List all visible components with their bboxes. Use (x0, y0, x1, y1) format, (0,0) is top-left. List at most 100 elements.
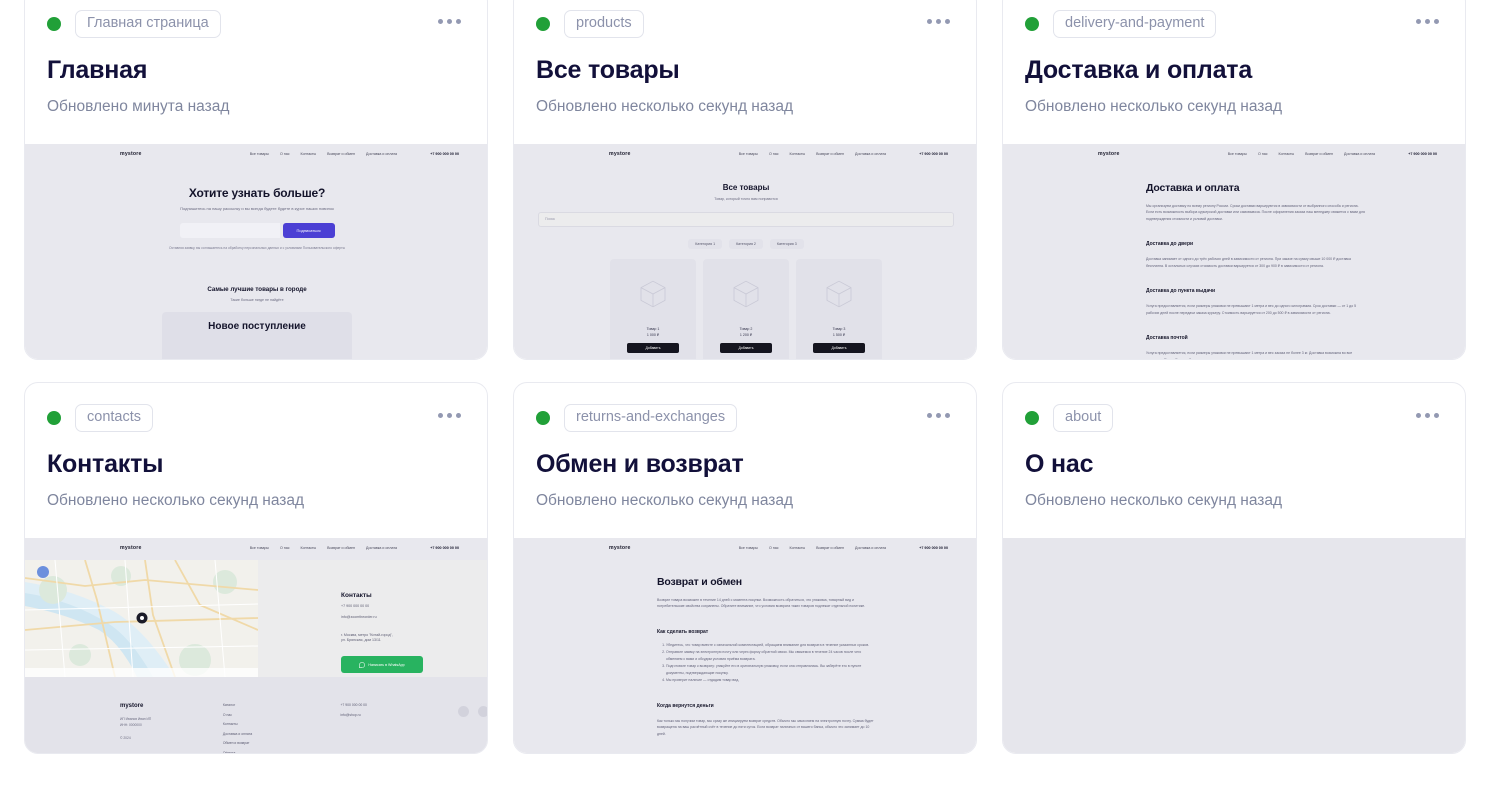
map-image (25, 560, 258, 677)
preview-phone: +7 900 000 00 00 (430, 152, 459, 156)
preview-footer-links: Каталог О нас Контакты Доставка и оплата Обм… (223, 703, 341, 753)
preview-nav-link: О нас (279, 546, 290, 550)
whatsapp-icon (359, 661, 366, 668)
preview-article-text: Доставка занимает от одного до трёх рабо… (1146, 257, 1351, 268)
preview-step: Убедитесь, что товар вместе с изначально… (666, 642, 878, 648)
preview-article-subheading: Как сделать возврат (657, 628, 709, 635)
preview-product-name: Товар 2 (739, 327, 753, 331)
page-title: Обмен и возврат (536, 450, 744, 478)
preview-buy-button: Добавить (813, 343, 865, 353)
page-updated-text: Обновлено несколько секунд назад (536, 97, 794, 115)
preview-section-sub: Такие больше нигде не найдёте (230, 298, 284, 303)
preview-logo: mystore (609, 545, 631, 551)
more-options-icon[interactable] (1412, 15, 1443, 28)
preview-nav-link: Контакты (300, 546, 317, 550)
page-card-header: Главная страница Главная Обновлено минут… (25, 0, 487, 116)
preview-category-chips: Категория 1 Категория 2 Категория 3 (514, 239, 976, 249)
preview-logo: mystore (1098, 151, 1120, 157)
more-options-icon[interactable] (434, 15, 465, 28)
preview-logo: mystore (120, 151, 142, 157)
page-preview[interactable]: mystore Все товары О нас Контакты Возврат и … (25, 144, 487, 359)
preview-contact-info: Контакты +7 900 000 00 00 info@zoomtheorde… (258, 560, 487, 677)
page-preview[interactable]: mystore Все товары О нас Контакты Возврат и … (1003, 144, 1465, 359)
preview-contact-phone: +7 900 000 00 00 (341, 604, 370, 608)
preview-nav-links: Все товары О нас Контакты Возврат и обмен До… (1228, 152, 1375, 156)
preview-navbar: mystore Все товары О нас Контакты Возврат и … (514, 538, 976, 560)
status-dot (1025, 17, 1039, 31)
page-card-returns-and-exchanges[interactable]: returns-and-exchanges Обмен и возврат Об… (513, 382, 977, 754)
preview-product-name: Товар 1 (646, 327, 660, 331)
preview-navbar: mystore Все товары О нас Контакты Возврат и … (514, 144, 976, 166)
preview-footer-link: О нас (222, 712, 232, 717)
more-options-icon[interactable] (923, 409, 954, 422)
page-card-products[interactable]: products Все товары Обновлено несколько … (513, 0, 977, 360)
preview-nav-link: Все товары (1227, 152, 1247, 156)
preview-article-subheading: Доставка почтой (1146, 335, 1188, 342)
page-slug-pill[interactable]: Главная страница (75, 10, 221, 38)
preview-canvas: mystore Все товары О нас Контакты Возврат и … (25, 144, 487, 359)
page-card-главная-страница[interactable]: Главная страница Главная Обновлено минут… (24, 0, 488, 360)
whatsapp-icon (458, 706, 469, 717)
preview-step: Отправьте заявку на электронную почту ил… (666, 649, 878, 662)
preview-footer-socials (458, 703, 487, 753)
preview-footer-link: Обмен и возврат (222, 741, 250, 745)
page-updated-text: Обновлено несколько секунд назад (47, 491, 305, 509)
page-card-about[interactable]: about О нас Обновлено несколько секунд н… (1002, 382, 1466, 754)
page-updated-text: Обновлено несколько секунд назад (536, 491, 794, 509)
preview-footer-link: Каталог (222, 703, 236, 707)
preview-nav-link: Возврат и обмен (816, 546, 844, 550)
page-slug-pill[interactable]: returns-and-exchanges (564, 404, 738, 432)
more-options-icon[interactable] (434, 409, 465, 422)
page-title: Главная (47, 56, 148, 84)
preview-subscribe-form: Подписаться (25, 223, 487, 238)
vk-icon (478, 706, 487, 717)
preview-search-field: Поиск (538, 212, 954, 227)
preview-product-name: Товар 3 (832, 327, 846, 331)
page-preview[interactable]: mystore Все товары О нас Контакты Возврат и … (514, 144, 976, 359)
preview-hero-subtext: Подпишитесь на нашу рассылку и вы всегда… (180, 206, 334, 211)
status-dot (47, 411, 61, 425)
preview-steps-list: Убедитесь, что товар вместе с изначально… (657, 642, 878, 684)
preview-canvas: mystore Все товары О нас Контакты Возврат и … (25, 538, 487, 753)
preview-nav-link: О нас (1257, 152, 1268, 156)
preview-product-price: 1 200 ₽ (739, 333, 753, 337)
preview-phone: +7 900 000 00 00 (919, 152, 948, 156)
page-card-delivery-and-payment[interactable]: delivery-and-payment Доставка и оплата О… (1002, 0, 1466, 360)
preview-article-subheading: Доставка до двери (1146, 241, 1194, 248)
page-title: Доставка и оплата (1025, 56, 1253, 84)
preview-map (25, 560, 258, 677)
page-card-contacts[interactable]: contacts Контакты Обновлено несколько се… (24, 382, 488, 754)
more-options-icon[interactable] (1412, 409, 1443, 422)
page-title: О нас (1025, 450, 1094, 478)
page-preview[interactable]: mystore Все товары О нас Контакты Возврат и … (514, 538, 976, 753)
preview-contacts: Контакты +7 900 000 00 00 info@zoomtheorde… (25, 560, 487, 677)
preview-nav-link: Доставка и оплата (365, 546, 397, 550)
page-card-header: products Все товары Обновлено несколько … (514, 0, 976, 116)
preview-nav-link: Контакты (789, 152, 806, 156)
page-preview[interactable]: mystore Все товары О нас Контакты Возврат и … (25, 538, 487, 753)
preview-product-card: Товар 3 1 500 ₽ Добавить (796, 259, 882, 359)
more-options-icon[interactable] (923, 15, 954, 28)
preview-whatsapp-button: Написать в WhatsApp (341, 656, 423, 673)
preview-product-card: Товар 1 1 000 ₽ Добавить (610, 259, 696, 359)
preview-nav-link: Контакты (300, 152, 317, 156)
page-slug-pill[interactable]: delivery-and-payment (1053, 10, 1217, 38)
preview-product-cards: Товар 1 1 000 ₽ Добавить Товар 2 1 200 ₽ Доба… (514, 259, 976, 359)
preview-contact-address: г. Москва, метро "Китай-город", ул. Брянс… (341, 632, 393, 643)
page-preview[interactable] (1003, 538, 1465, 753)
preview-article-text: Услуга предоставляется, если размеры упа… (1146, 304, 1357, 315)
page-slug-pill[interactable]: products (564, 10, 644, 38)
preview-step: Мы проверит наличие — отдадим товар вид. (666, 677, 878, 683)
status-dot (47, 17, 61, 31)
preview-footer: mystore ИП Иванов Иван ИП ИНН: 0000000 © 20… (25, 677, 487, 753)
preview-footer-link: Контакты (222, 722, 238, 726)
preview-nav-link: Все товары (738, 546, 758, 550)
page-updated-text: Обновлено несколько секунд назад (1025, 97, 1283, 115)
cube-placeholder-icon (826, 280, 852, 308)
preview-article-subheading: Доставка до пункта выдачи (1146, 288, 1216, 295)
page-slug-pill[interactable]: contacts (75, 404, 153, 432)
page-slug-pill[interactable]: about (1053, 404, 1114, 432)
preview-chip: Категория 1 (688, 239, 723, 249)
preview-phone: +7 900 000 00 00 (919, 546, 948, 550)
preview-nav-link: Контакты (1278, 152, 1295, 156)
